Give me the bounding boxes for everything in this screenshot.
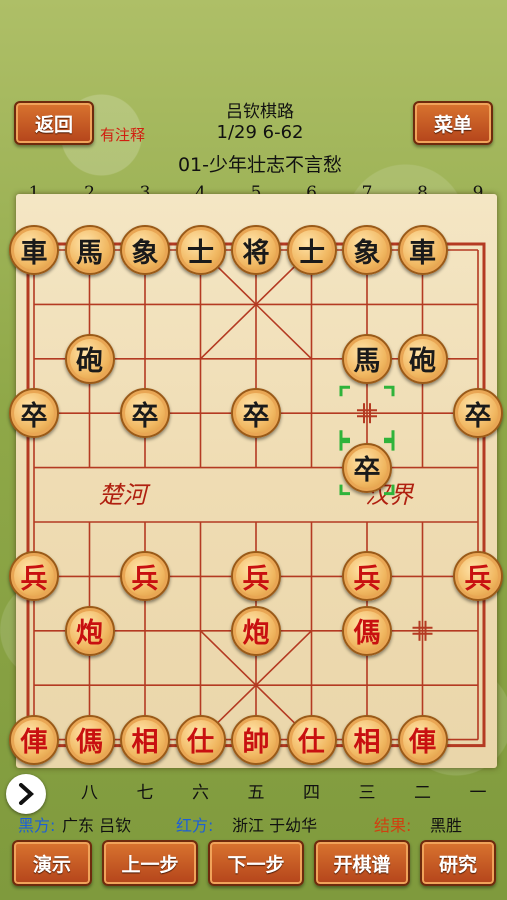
demo-button[interactable]: 演示 bbox=[12, 840, 92, 886]
menu-button[interactable]: 菜单 bbox=[413, 101, 493, 145]
red-player: 浙江 于幼华 bbox=[232, 816, 318, 835]
black-side-label: 黑方: bbox=[18, 816, 56, 835]
expand-arrow-button[interactable] bbox=[6, 774, 46, 814]
red-piece-21[interactable]: 炮 bbox=[64, 605, 115, 656]
black-piece-5[interactable]: 士 bbox=[286, 225, 337, 275]
red-piece-22[interactable]: 炮 bbox=[231, 605, 281, 656]
red-piece-24[interactable]: 俥 bbox=[9, 714, 59, 765]
black-piece-13[interactable]: 卒 bbox=[231, 388, 281, 439]
black-piece-3[interactable]: 士 bbox=[175, 225, 226, 275]
black-player: 广东 吕钦 bbox=[62, 816, 132, 835]
file-number: 一 bbox=[469, 783, 487, 803]
result-label: 结果: bbox=[374, 816, 412, 835]
file-number: 三 bbox=[358, 783, 376, 803]
black-piece-10[interactable]: 砲 bbox=[397, 333, 448, 384]
black-piece-12[interactable]: 卒 bbox=[120, 388, 170, 439]
red-piece-23[interactable]: 傌 bbox=[342, 605, 392, 656]
file-number: 八 bbox=[81, 783, 98, 803]
book-title: 吕钦棋路 bbox=[226, 102, 294, 122]
black-piece-6[interactable]: 象 bbox=[342, 225, 392, 275]
red-piece-26[interactable]: 相 bbox=[120, 714, 170, 765]
study-button[interactable]: 研究 bbox=[420, 840, 496, 886]
red-piece-27[interactable]: 仕 bbox=[175, 714, 226, 765]
file-number: 五 bbox=[247, 783, 265, 803]
red-piece-31[interactable]: 俥 bbox=[397, 714, 448, 765]
file-number: 七 bbox=[136, 783, 154, 803]
next-move-button[interactable]: 下一步 bbox=[208, 840, 304, 886]
game-title: 01-少年壮志不言愁 bbox=[177, 154, 343, 176]
red-side-label: 红方: bbox=[176, 816, 214, 835]
black-piece-8[interactable]: 砲 bbox=[64, 333, 115, 384]
chess-board[interactable]: 楚河 汉界 bbox=[16, 194, 497, 768]
annotation-indicator: 有注释 bbox=[100, 126, 146, 144]
red-piece-30[interactable]: 相 bbox=[342, 714, 392, 765]
black-piece-15[interactable]: 卒 bbox=[342, 442, 392, 493]
black-piece-14[interactable]: 卒 bbox=[453, 388, 503, 439]
move-progress: 1/29 6-62 bbox=[216, 122, 304, 143]
black-piece-4[interactable]: 将 bbox=[231, 225, 281, 275]
file-number: 二 bbox=[414, 783, 431, 803]
prev-move-button[interactable]: 上一步 bbox=[102, 840, 198, 886]
black-piece-9[interactable]: 馬 bbox=[342, 333, 392, 384]
file-number: 四 bbox=[303, 783, 320, 803]
river-left-text: 楚河 bbox=[99, 481, 151, 509]
board-grid: 楚河 汉界 bbox=[26, 242, 486, 748]
black-piece-7[interactable]: 車 bbox=[397, 225, 448, 275]
black-piece-1[interactable]: 馬 bbox=[64, 225, 115, 275]
red-piece-25[interactable]: 傌 bbox=[64, 714, 115, 765]
back-button[interactable]: 返回 bbox=[14, 101, 94, 145]
red-piece-28[interactable]: 帥 bbox=[231, 714, 281, 765]
chevron-right-icon bbox=[19, 783, 34, 805]
result-value: 黑胜 bbox=[430, 816, 463, 835]
red-piece-29[interactable]: 仕 bbox=[286, 714, 337, 765]
black-piece-0[interactable]: 車 bbox=[9, 225, 59, 275]
black-piece-11[interactable]: 卒 bbox=[9, 388, 59, 439]
black-piece-2[interactable]: 象 bbox=[120, 225, 170, 275]
file-number: 六 bbox=[192, 783, 209, 803]
open-record-button[interactable]: 开棋谱 bbox=[314, 840, 410, 886]
